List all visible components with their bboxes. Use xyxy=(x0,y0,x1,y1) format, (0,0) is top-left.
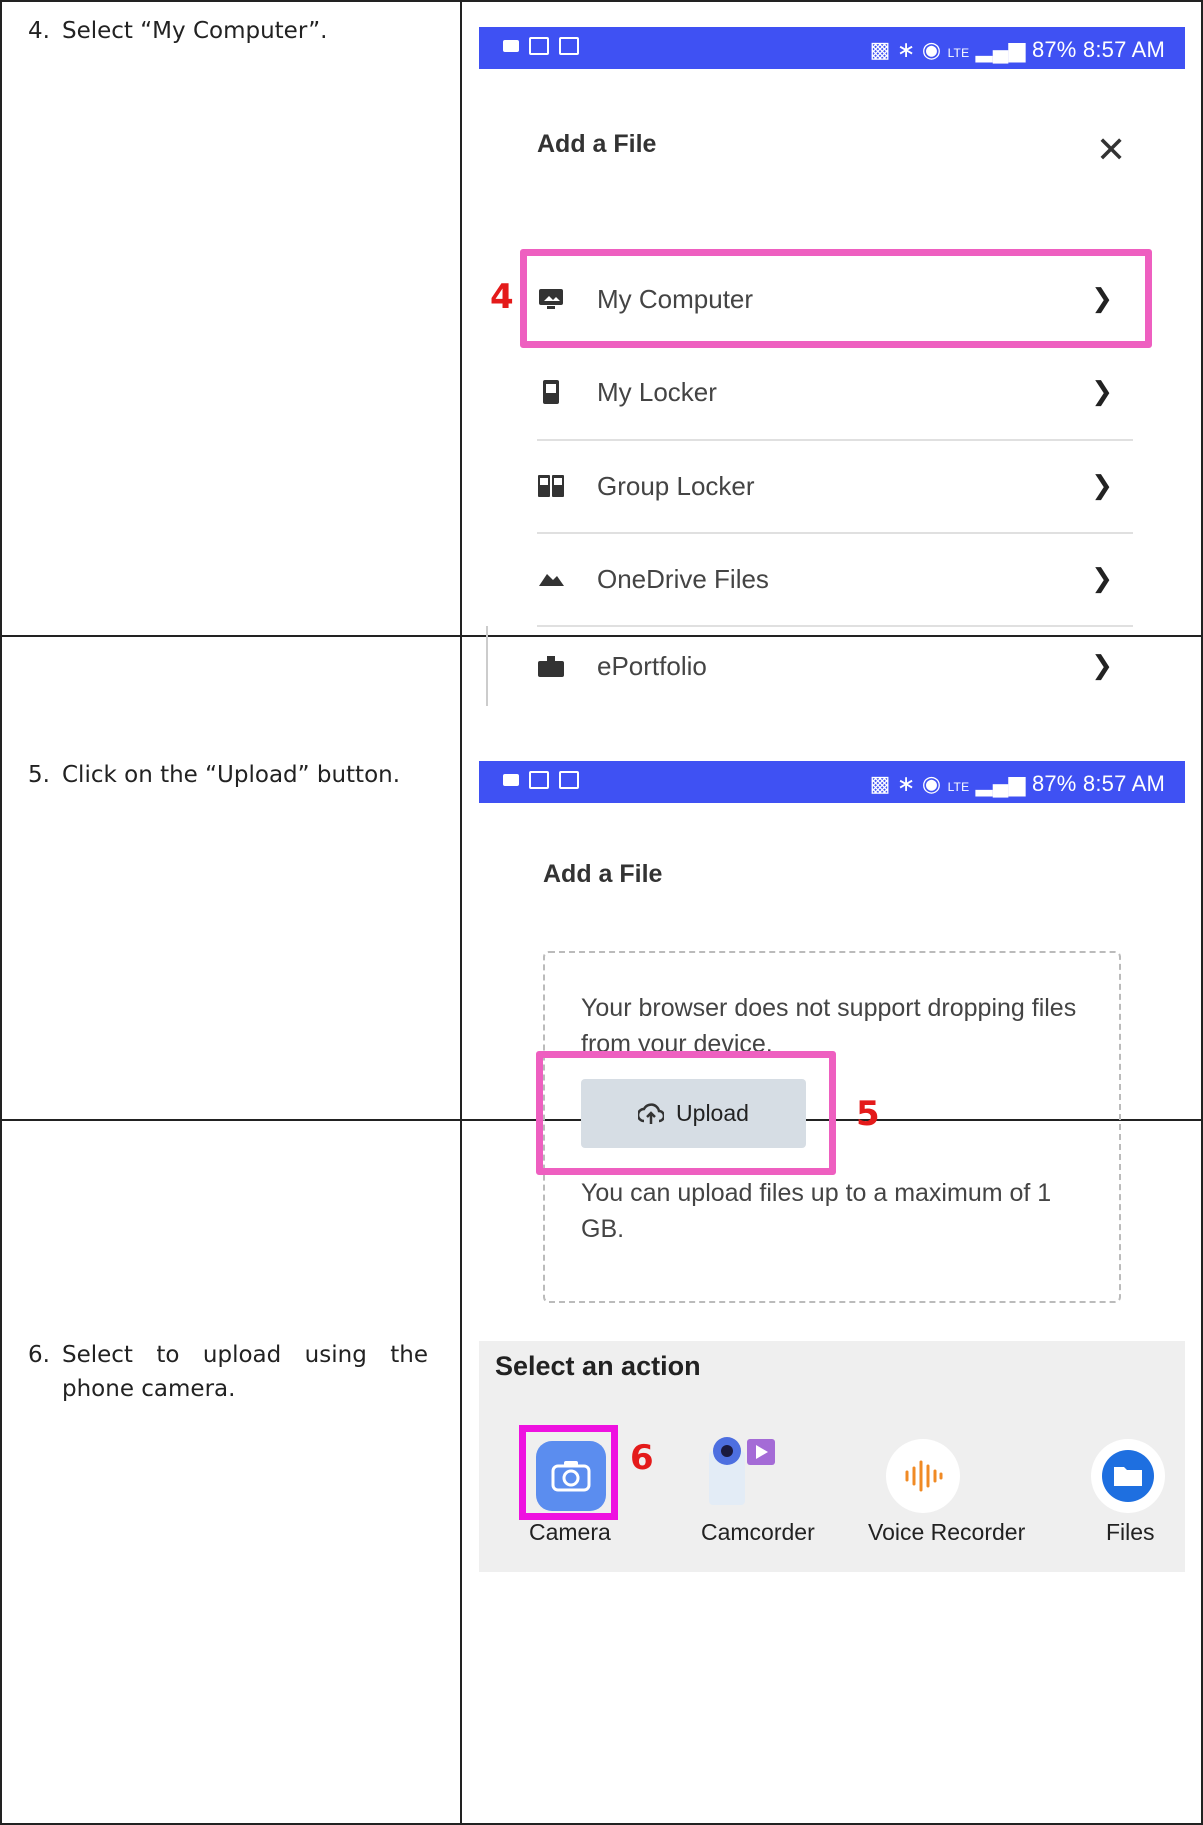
folder-icon[interactable] xyxy=(1091,1439,1165,1513)
step-text: Select to upload using the phone camera. xyxy=(62,1342,428,1402)
close-icon[interactable]: ✕ xyxy=(1096,130,1126,171)
step-6-instruction: 6. Select to upload using the phone came… xyxy=(28,1338,428,1406)
status-text: 87% 8:57 AM xyxy=(1031,37,1165,62)
chevron-right-icon: ❯ xyxy=(1091,564,1113,594)
menu-item-label: OneDrive Files xyxy=(597,563,769,594)
notification-icons xyxy=(503,771,579,789)
action-label-camera: Camera xyxy=(529,1519,611,1545)
step-number: 6. xyxy=(28,1342,50,1368)
calendar-icon xyxy=(559,771,579,789)
step-5-instruction: 5. Click on the “Upload” button. xyxy=(28,758,448,792)
table-border-left xyxy=(0,0,2,1825)
menu-item-onedrive-files[interactable]: OneDrive Files ❯ xyxy=(537,533,1133,625)
cloud-icon xyxy=(537,565,565,593)
locker-icon xyxy=(537,378,565,406)
alarm-icon: ◉ xyxy=(921,771,942,796)
upload-limit-message: You can upload files up to a maximum of … xyxy=(581,1179,1052,1243)
menu-item-my-locker[interactable]: My Locker ❯ xyxy=(537,346,1133,438)
chevron-right-icon: ❯ xyxy=(1091,651,1113,681)
alarm-icon: ◉ xyxy=(921,37,942,62)
signal-icon: ▂▄▆ xyxy=(975,37,1026,62)
status-time-battery: ▩ ∗ ◉ LTE ▂▄▆ 87% 8:57 AM xyxy=(870,771,1165,797)
table-column-divider xyxy=(460,0,462,1825)
cast-icon: ▩ xyxy=(869,37,891,62)
sheet-title: Select an action xyxy=(495,1351,701,1381)
status-time-battery: ▩ ∗ ◉ LTE ▂▄▆ 87% 8:57 AM xyxy=(870,37,1165,63)
highlight-box xyxy=(520,249,1152,348)
menu-item-label: ePortfolio xyxy=(597,650,707,681)
status-bar: ▩ ∗ ◉ LTE ▂▄▆ 87% 8:57 AM xyxy=(479,27,1185,69)
menu-item-label: My Locker xyxy=(597,376,717,407)
video-icon xyxy=(503,40,519,52)
briefcase-icon xyxy=(537,652,565,680)
step-text: Click on the “Upload” button. xyxy=(62,762,401,788)
menu-item-eportfolio[interactable]: ePortfolio ❯ xyxy=(537,626,1133,706)
chevron-right-icon: ❯ xyxy=(1091,377,1113,407)
status-bar: ▩ ∗ ◉ LTE ▂▄▆ 87% 8:57 AM xyxy=(479,761,1185,803)
bluetooth-icon: ∗ xyxy=(896,771,916,796)
bluetooth-icon: ∗ xyxy=(896,37,916,62)
step-number: 5. xyxy=(28,762,50,788)
signal-icon: ▂▄▆ xyxy=(975,771,1026,796)
action-label-files: Files xyxy=(1106,1519,1155,1545)
network-type: LTE xyxy=(947,46,970,60)
mail-icon xyxy=(529,771,549,789)
action-label-voice-recorder: Voice Recorder xyxy=(868,1519,1026,1545)
menu-item-group-locker[interactable]: Group Locker ❯ xyxy=(537,440,1133,532)
dialog-title: Add a File xyxy=(543,860,663,888)
highlight-box xyxy=(519,1425,618,1520)
network-type: LTE xyxy=(947,780,970,794)
calendar-icon xyxy=(559,37,579,55)
step-text: Select “My Computer”. xyxy=(62,18,328,44)
video-icon xyxy=(503,774,519,786)
callout-number: 5 xyxy=(856,1094,880,1134)
highlight-box xyxy=(536,1051,836,1175)
group-locker-icon xyxy=(537,472,565,500)
table-border-top xyxy=(0,0,1203,2)
callout-number: 4 xyxy=(490,277,514,317)
camcorder-icon[interactable] xyxy=(709,1433,779,1511)
scroll-edge xyxy=(486,626,488,706)
chevron-right-icon: ❯ xyxy=(1091,471,1113,501)
status-text: 87% 8:57 AM xyxy=(1031,771,1165,796)
menu-item-label: Group Locker xyxy=(597,470,755,501)
step-number: 4. xyxy=(28,18,50,44)
callout-number: 6 xyxy=(630,1438,654,1478)
action-label-camcorder: Camcorder xyxy=(701,1519,815,1545)
notification-icons xyxy=(503,37,579,55)
dialog-title: Add a File xyxy=(537,130,657,158)
step-4-instruction: 4. Select “My Computer”. xyxy=(28,14,448,48)
mail-icon xyxy=(529,37,549,55)
voice-recorder-icon[interactable] xyxy=(886,1439,960,1513)
cast-icon: ▩ xyxy=(869,771,891,796)
instruction-table: 4. Select “My Computer”. ▩ ∗ ◉ LTE ▂▄▆ 87… xyxy=(0,0,1203,1825)
